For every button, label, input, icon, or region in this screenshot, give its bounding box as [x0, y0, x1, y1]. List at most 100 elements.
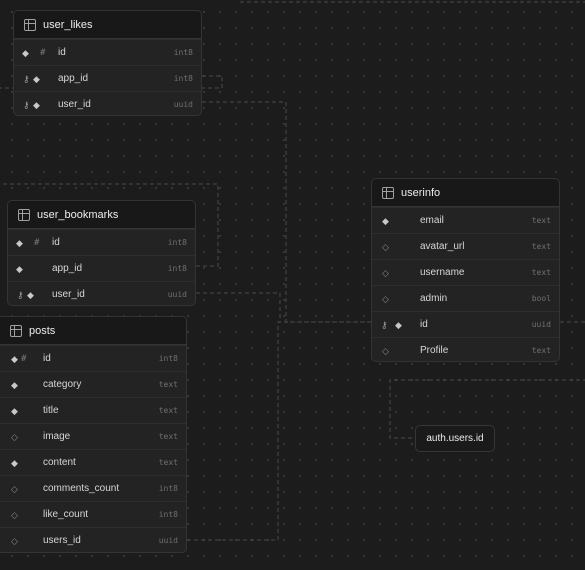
diamond-outline-icon: ◇ — [11, 535, 18, 546]
diamond-icon: ◆ — [33, 73, 40, 84]
table-user-bookmarks[interactable]: user_bookmarks ◆ # id int8 ◆ app_id int8… — [7, 200, 196, 306]
column-row[interactable]: ◆ # id int8 — [8, 229, 195, 255]
column-type: uuid — [531, 320, 551, 329]
column-row[interactable]: ◇ username text — [372, 259, 559, 285]
diamond-outline-icon: ◇ — [11, 431, 18, 442]
column-name: content — [43, 457, 76, 468]
table-name: userinfo — [401, 186, 441, 199]
diamond-icon: ◆ — [33, 99, 40, 110]
column-name: category — [43, 379, 82, 390]
column-type: bool — [531, 294, 551, 303]
column-row[interactable]: ◆ email text — [372, 207, 559, 233]
column-type: text — [158, 432, 178, 441]
column-name: users_id — [43, 535, 81, 546]
column-row[interactable]: ◇ image text — [0, 423, 186, 449]
diamond-outline-icon: ◇ — [11, 483, 18, 494]
table-header[interactable]: user_bookmarks — [8, 201, 195, 229]
column-name: comments_count — [43, 483, 120, 494]
column-icons: ◇ — [380, 286, 420, 311]
column-icons: ◇ — [380, 338, 420, 361]
schema-canvas[interactable]: user_likes ◆ # id int8 ⚷ ◆ app_id int8 ⚷… — [0, 0, 585, 570]
column-icons: ⚷ ◆ — [20, 92, 58, 115]
column-name: app_id — [58, 73, 89, 84]
table-user-likes[interactable]: user_likes ◆ # id int8 ⚷ ◆ app_id int8 ⚷… — [13, 10, 202, 116]
table-icon — [382, 186, 394, 199]
column-type: uuid — [158, 536, 178, 545]
column-icons: ◆ — [9, 450, 43, 475]
column-icons: ◇ — [9, 528, 43, 552]
column-name: username — [420, 267, 465, 278]
diamond-icon: ◆ — [22, 47, 29, 58]
column-type: text — [531, 346, 551, 355]
external-table-auth-users[interactable]: auth.users.id — [415, 425, 495, 452]
table-header[interactable]: posts — [0, 317, 186, 345]
column-icons: ◆ — [380, 208, 420, 233]
column-row[interactable]: ◇ users_id uuid — [0, 527, 186, 552]
diamond-outline-icon: ◇ — [11, 509, 18, 520]
column-type: text — [531, 216, 551, 225]
column-row[interactable]: ◇ Profile text — [372, 337, 559, 361]
column-row[interactable]: ◇ comments_count int8 — [0, 475, 186, 501]
column-name: like_count — [43, 509, 89, 520]
column-name: user_id — [52, 289, 85, 300]
diamond-icon: ◆ — [11, 353, 18, 364]
column-icons: ◆ # — [9, 346, 43, 371]
column-name: user_id — [58, 99, 91, 110]
diamond-icon: ◆ — [11, 379, 18, 390]
diamond-outline-icon: ◇ — [382, 241, 389, 252]
column-icons: ◇ — [380, 260, 420, 285]
column-icons: ◇ — [9, 476, 43, 501]
column-row[interactable]: ⚷ ◆ id uuid — [372, 311, 559, 337]
column-name: image — [43, 431, 71, 442]
column-row[interactable]: ◇ like_count int8 — [0, 501, 186, 527]
column-icons: ⚷ ◆ — [14, 282, 52, 305]
column-row[interactable]: ◇ avatar_url text — [372, 233, 559, 259]
column-row[interactable]: ◆ # id int8 — [0, 345, 186, 371]
diamond-icon: ◆ — [16, 237, 23, 248]
diamond-outline-icon: ◇ — [382, 267, 389, 278]
column-type: text — [531, 242, 551, 251]
column-type: text — [158, 458, 178, 467]
column-row[interactable]: ⚷ ◆ user_id uuid — [8, 281, 195, 305]
column-row[interactable]: ◆ category text — [0, 371, 186, 397]
column-icons: ⚷ ◆ — [380, 312, 420, 337]
table-icon — [24, 18, 36, 31]
column-icons: ◆ — [9, 398, 43, 423]
table-header[interactable]: userinfo — [372, 179, 559, 207]
column-name: title — [43, 405, 59, 416]
column-type: int8 — [158, 510, 178, 519]
column-name: Profile — [420, 345, 449, 356]
column-row[interactable]: ◆ title text — [0, 397, 186, 423]
column-name: email — [420, 215, 444, 226]
column-row[interactable]: ◆ content text — [0, 449, 186, 475]
table-header[interactable]: user_likes — [14, 11, 201, 39]
column-type: int8 — [173, 48, 193, 57]
column-type: uuid — [167, 290, 187, 299]
diamond-icon: ◆ — [11, 457, 18, 468]
column-type: text — [158, 380, 178, 389]
column-type: int8 — [173, 74, 193, 83]
column-name: id — [420, 319, 428, 330]
column-type: int8 — [158, 354, 178, 363]
table-icon — [10, 324, 22, 337]
column-row[interactable]: ◇ admin bool — [372, 285, 559, 311]
table-userinfo[interactable]: userinfo ◆ email text ◇ avatar_url text … — [371, 178, 560, 362]
column-row[interactable]: ◆ app_id int8 — [8, 255, 195, 281]
column-type: int8 — [158, 484, 178, 493]
table-name: user_likes — [43, 18, 93, 31]
key-icon: ⚷ — [381, 319, 388, 330]
edge-user-bookmarks-user-id — [196, 292, 281, 322]
diamond-icon: ◆ — [27, 289, 34, 300]
column-type: int8 — [167, 264, 187, 273]
table-posts[interactable]: posts ◆ # id int8 ◆ category text ◆ titl… — [0, 316, 187, 553]
diamond-icon: ◆ — [395, 319, 402, 330]
column-row[interactable]: ⚷ ◆ app_id int8 — [14, 65, 201, 91]
key-icon: ⚷ — [17, 289, 24, 300]
diamond-outline-icon: ◇ — [382, 293, 389, 304]
column-row[interactable]: ⚷ ◆ user_id uuid — [14, 91, 201, 115]
column-row[interactable]: ◆ # id int8 — [14, 39, 201, 65]
diamond-outline-icon: ◇ — [382, 345, 389, 356]
column-icons: ◇ — [380, 234, 420, 259]
column-icons: ◆ — [14, 256, 52, 281]
column-type: int8 — [167, 238, 187, 247]
